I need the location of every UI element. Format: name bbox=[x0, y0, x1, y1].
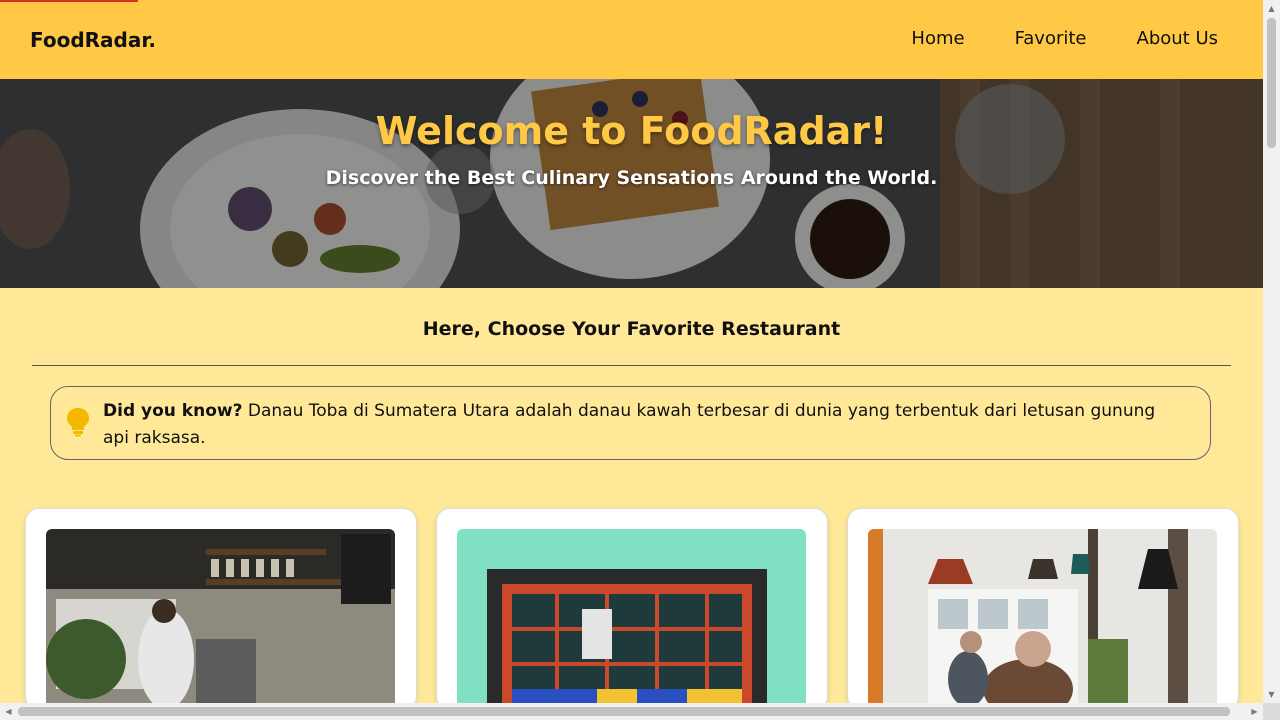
nav-favorite-link[interactable]: Favorite bbox=[1015, 28, 1087, 49]
hero-subtitle: Discover the Best Culinary Sensations Ar… bbox=[325, 167, 938, 189]
scroll-right-icon[interactable]: ▶ bbox=[1246, 703, 1263, 720]
restaurant-image[interactable] bbox=[457, 529, 806, 709]
restaurant-image[interactable] bbox=[46, 529, 395, 709]
section-divider bbox=[32, 365, 1231, 366]
restaurant-image[interactable] bbox=[868, 529, 1217, 709]
scroll-down-icon[interactable]: ▼ bbox=[1263, 686, 1280, 703]
restaurant-card[interactable] bbox=[436, 508, 828, 710]
restaurant-card[interactable] bbox=[25, 508, 417, 710]
tip-body: Danau Toba di Sumatera Utara adalah dana… bbox=[103, 401, 1156, 448]
did-you-know-box: Did you know? Danau Toba di Sumatera Uta… bbox=[50, 386, 1211, 460]
vertical-scroll-thumb[interactable] bbox=[1267, 18, 1276, 148]
brand-logo[interactable]: FoodRadar. bbox=[30, 28, 156, 52]
horizontal-scroll-thumb[interactable] bbox=[18, 707, 1230, 716]
scroll-up-icon[interactable]: ▲ bbox=[1263, 0, 1280, 17]
hero-title: Welcome to FoodRadar! bbox=[375, 109, 888, 153]
restaurant-card[interactable] bbox=[847, 508, 1239, 710]
nav-about-link[interactable]: About Us bbox=[1137, 28, 1219, 49]
tip-text: Did you know? Danau Toba di Sumatera Uta… bbox=[103, 398, 1183, 452]
page-load-progress bbox=[0, 0, 138, 2]
scrollbar-corner bbox=[1263, 703, 1280, 720]
lightbulb-icon bbox=[66, 407, 90, 441]
scroll-left-icon[interactable]: ◀ bbox=[0, 703, 17, 720]
vertical-scrollbar[interactable]: ▲ ▼ bbox=[1263, 0, 1280, 720]
tip-label: Did you know? bbox=[103, 401, 243, 421]
nav-home-link[interactable]: Home bbox=[911, 28, 964, 49]
hero-banner: Welcome to FoodRadar! Discover the Best … bbox=[0, 79, 1263, 288]
horizontal-scrollbar[interactable]: ◀ ▶ bbox=[0, 703, 1263, 720]
main-nav: Home Favorite About Us bbox=[911, 28, 1218, 49]
site-header: FoodRadar. Home Favorite About Us bbox=[0, 0, 1263, 79]
section-title: Here, Choose Your Favorite Restaurant bbox=[422, 318, 841, 340]
